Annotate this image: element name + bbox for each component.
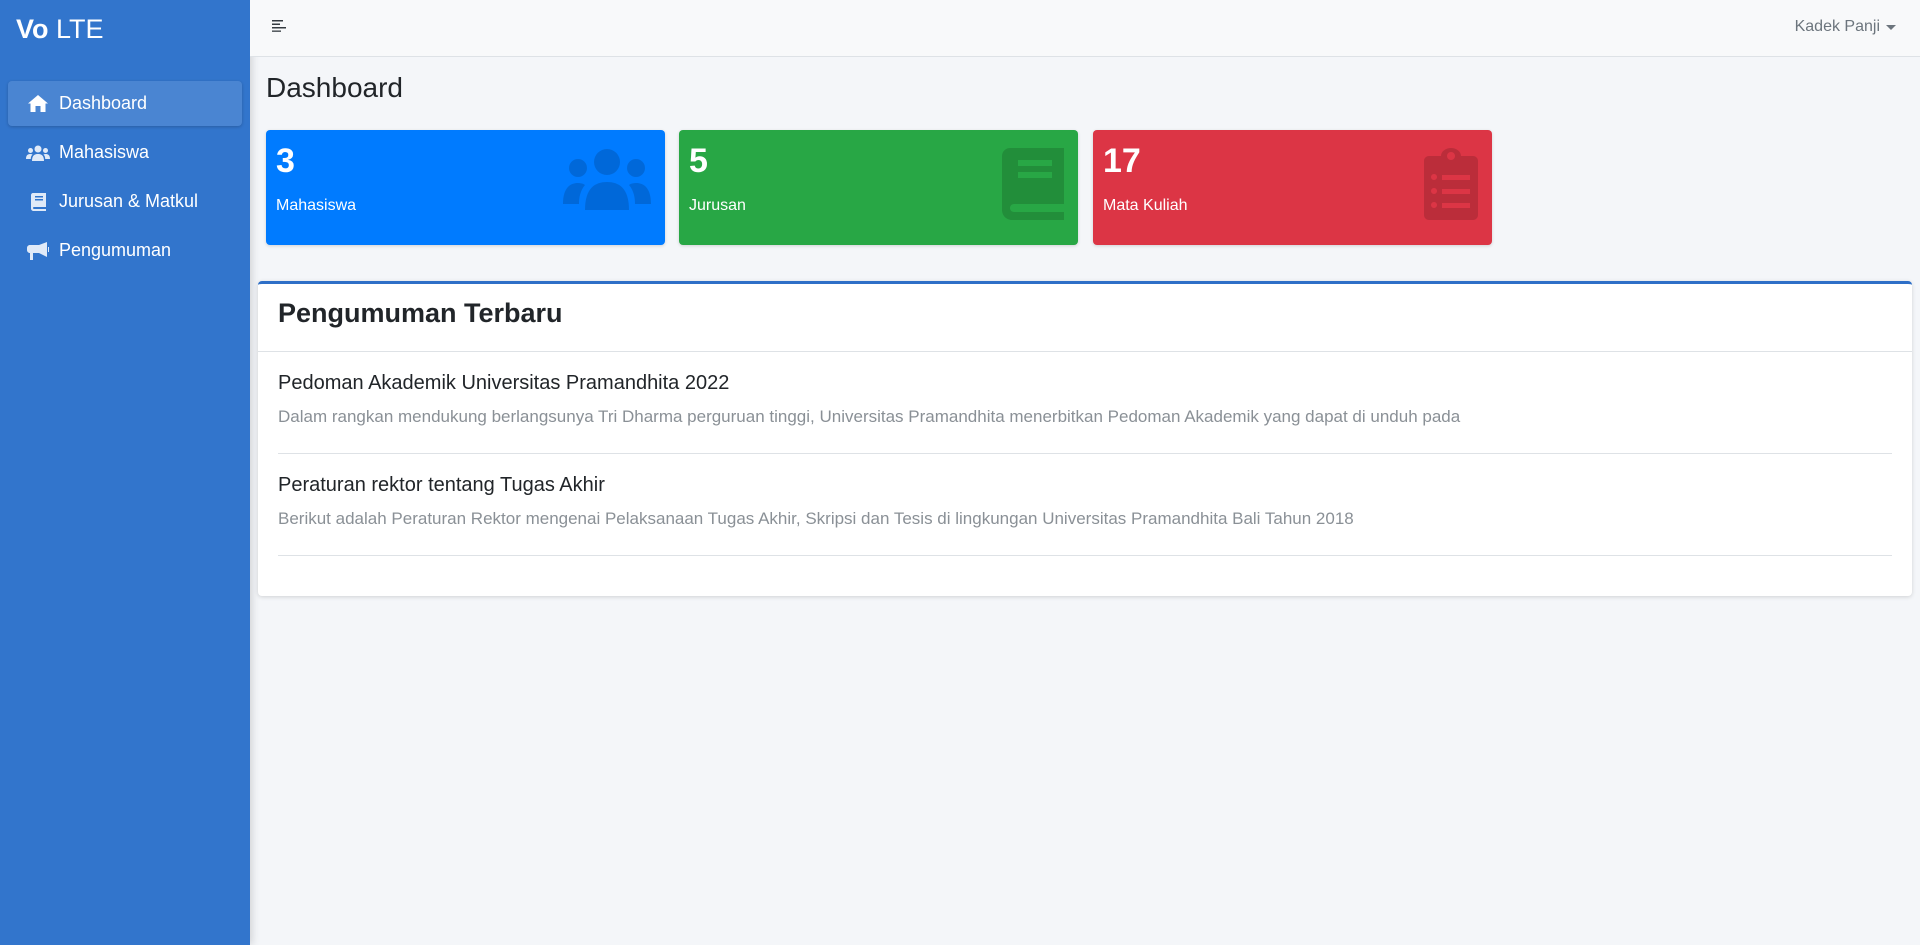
sidebar-item-label: Dashboard xyxy=(59,93,148,113)
sidebar-item-mahasiswa[interactable]: Mahasiswa xyxy=(8,130,242,175)
announcement-list: Pedoman Akademik Universitas Pramandhita… xyxy=(258,352,1912,556)
list-item: Pedoman Akademik Universitas Pramandhita… xyxy=(278,352,1892,454)
stat-label: Mahasiswa xyxy=(276,197,357,214)
home-icon xyxy=(26,94,50,114)
sidebar-item-pengumuman[interactable]: Pengumuman xyxy=(8,228,242,273)
clipboard-list-icon xyxy=(1424,148,1478,225)
users-icon xyxy=(26,143,50,163)
card-title: Pengumuman Terbaru xyxy=(278,298,563,328)
chevron-down-icon xyxy=(1886,24,1896,30)
sidebar-item-label: Pengumuman xyxy=(59,240,172,260)
stat-label: Jurusan xyxy=(689,197,746,214)
stat-box-jurusan[interactable]: 5 Jurusan xyxy=(679,130,1078,245)
announcement-excerpt: Dalam rangkan mendukung berlangsunya Tri… xyxy=(278,407,1461,426)
sidebar-item-dashboard[interactable]: Dashboard xyxy=(8,81,242,126)
bullhorn-icon xyxy=(26,241,50,261)
stat-box-mata-kuliah[interactable]: 17 Mata Kuliah xyxy=(1093,130,1492,245)
announcement-title-link[interactable]: Pedoman Akademik Universitas Pramandhita… xyxy=(278,372,1892,395)
brand-logo[interactable]: Vo LTE xyxy=(0,0,250,57)
brand-bold: Vo xyxy=(16,14,49,44)
users-icon xyxy=(563,148,651,217)
sidebar-nav: Dashboard Mahasiswa Jurusan & Matkul Pen… xyxy=(0,81,250,273)
stat-box-mahasiswa[interactable]: 3 Mahasiswa xyxy=(266,130,665,245)
stat-label: Mata Kuliah xyxy=(1103,197,1188,214)
sidebar-item-jurusan-matkul[interactable]: Jurusan & Matkul xyxy=(8,179,242,224)
page-title: Dashboard xyxy=(266,72,403,103)
stat-value: 3 xyxy=(276,142,295,180)
sidebar-item-label: Mahasiswa xyxy=(59,142,150,162)
announcement-title-link[interactable]: Peraturan rektor tentang Tugas Akhir xyxy=(278,474,1892,497)
stat-value: 17 xyxy=(1103,142,1141,180)
list-item: Peraturan rektor tentang Tugas Akhir Ber… xyxy=(278,454,1892,556)
book-icon xyxy=(1002,148,1064,225)
card-header: Pengumuman Terbaru xyxy=(258,284,1912,352)
announcements-card: Pengumuman Terbaru Pedoman Akademik Univ… xyxy=(258,281,1912,596)
sidebar-item-label: Jurusan & Matkul xyxy=(59,191,199,211)
user-name: Kadek Panji xyxy=(1794,18,1880,35)
user-dropdown[interactable]: Kadek Panji xyxy=(1795,18,1896,36)
stat-value: 5 xyxy=(689,142,708,180)
book-icon xyxy=(26,192,50,212)
top-navbar: Kadek Panji xyxy=(250,0,1920,57)
sidebar: Vo LTE Dashboard Mahasiswa Jurusan & Mat… xyxy=(0,0,250,945)
announcement-excerpt: Berikut adalah Peraturan Rektor mengenai… xyxy=(278,509,1354,528)
menu-toggle-icon[interactable] xyxy=(272,18,292,38)
brand-light: LTE xyxy=(56,14,104,44)
